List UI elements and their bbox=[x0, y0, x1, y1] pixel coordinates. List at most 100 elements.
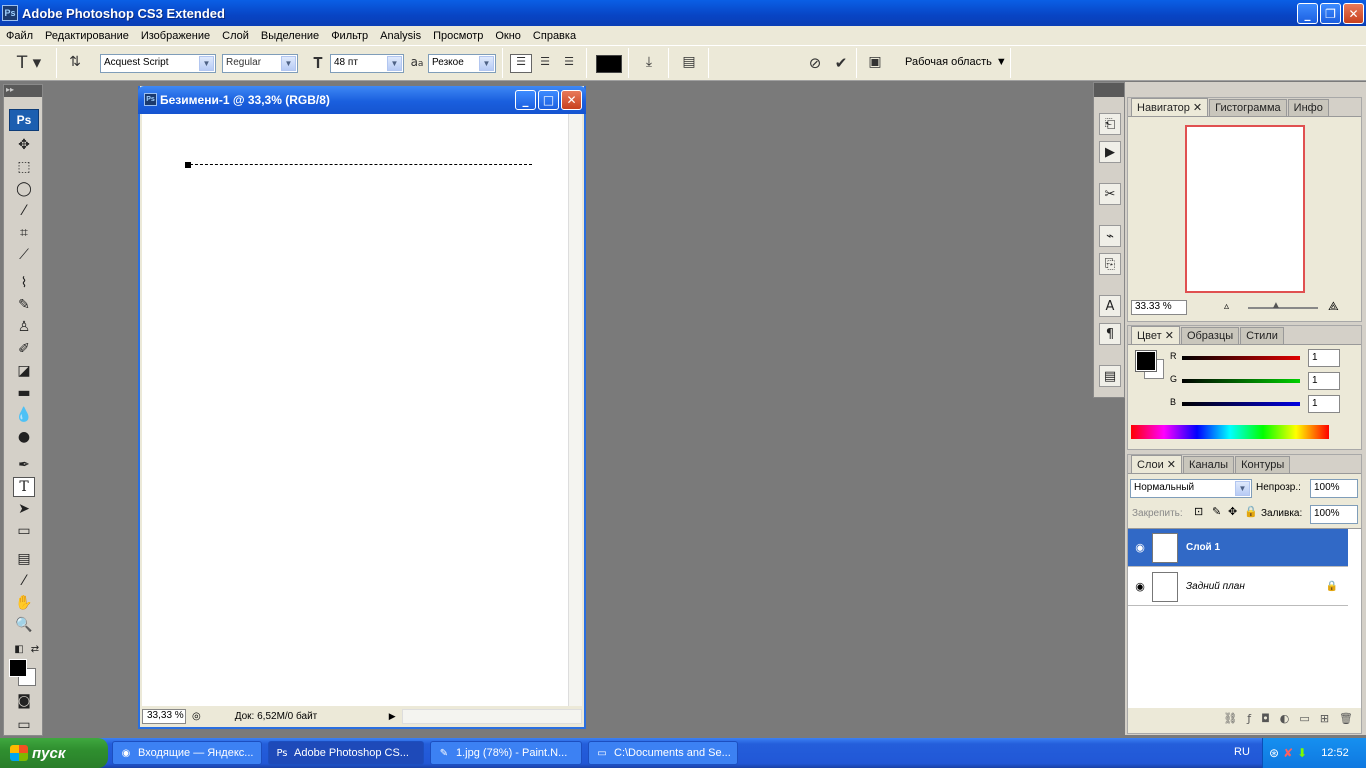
task-photoshop[interactable]: Ps Adobe Photoshop CS... bbox=[268, 741, 424, 765]
menu-view[interactable]: Просмотр bbox=[427, 30, 489, 42]
actions-panel-icon[interactable]: ▶ bbox=[1099, 141, 1121, 163]
channel-value-r[interactable]: 1 bbox=[1308, 349, 1340, 367]
shape-tool-icon[interactable]: ▭ bbox=[13, 521, 35, 541]
dodge-tool-icon[interactable]: ● bbox=[13, 427, 35, 447]
layer-row-background[interactable]: ◉ Задний план 🔒 bbox=[1128, 568, 1348, 606]
new-group-icon[interactable]: ▭ bbox=[1299, 712, 1309, 732]
menu-select[interactable]: Выделение bbox=[255, 30, 325, 42]
pen-tool-icon[interactable]: ✒ bbox=[13, 455, 35, 475]
tray-back-icon[interactable]: ⊛ bbox=[1269, 746, 1279, 760]
color-slider-b[interactable]: B 1 bbox=[1170, 395, 1360, 417]
layer-mask-icon[interactable]: ◘ bbox=[1261, 712, 1270, 732]
menu-edit[interactable]: Редактирование bbox=[39, 30, 135, 42]
history-brush-tool-icon[interactable]: ✐ bbox=[13, 339, 35, 359]
magic-wand-tool-icon[interactable]: ⁄ bbox=[13, 201, 35, 221]
menu-help[interactable]: Справка bbox=[527, 30, 582, 42]
notes-tool-icon[interactable]: ▤ bbox=[13, 549, 35, 569]
start-button[interactable]: пуск bbox=[0, 738, 108, 768]
color-slider-g[interactable]: G 1 bbox=[1170, 372, 1360, 394]
cancel-edit-icon[interactable]: ⊘ bbox=[804, 54, 826, 72]
delete-layer-icon[interactable]: 🗑 bbox=[1339, 712, 1353, 732]
horizontal-scrollbar[interactable] bbox=[401, 709, 582, 724]
status-icon[interactable]: ◎ bbox=[192, 711, 201, 722]
task-explorer[interactable]: ▭ C:\Documents and Se... bbox=[588, 741, 738, 765]
fill-field[interactable]: 100% bbox=[1310, 505, 1358, 524]
canvas[interactable] bbox=[142, 114, 568, 706]
new-layer-icon[interactable]: ⊞ bbox=[1320, 712, 1329, 732]
channel-value-g[interactable]: 1 bbox=[1308, 372, 1340, 390]
status-zoom-field[interactable]: 33,33 % bbox=[142, 709, 186, 724]
zoom-out-icon[interactable]: ▵ bbox=[1224, 301, 1229, 312]
menu-file[interactable]: Файл bbox=[0, 30, 39, 42]
marquee-tool-icon[interactable]: ⬚ bbox=[13, 157, 35, 177]
toolbox-grip[interactable]: ▸▸ bbox=[4, 85, 42, 97]
text-color-swatch[interactable] bbox=[596, 55, 622, 73]
navigator-zoom-field[interactable]: 33.33 % bbox=[1131, 300, 1187, 315]
tab-info[interactable]: Инфо bbox=[1287, 99, 1329, 116]
layer-style-icon[interactable]: ƒ bbox=[1247, 712, 1251, 732]
vertical-scrollbar[interactable] bbox=[568, 114, 582, 706]
font-style-select[interactable]: Regular ▼ bbox=[222, 54, 298, 73]
blend-mode-select[interactable]: Нормальный ▼ bbox=[1130, 479, 1252, 498]
tray-download-icon[interactable]: ⬇ bbox=[1297, 746, 1307, 760]
adjustment-layer-icon[interactable]: ◐ bbox=[1280, 712, 1290, 732]
text-orientation-icon[interactable]: ⇅ bbox=[64, 54, 86, 70]
align-right-icon[interactable]: ☰ bbox=[558, 55, 580, 68]
type-tool-icon[interactable]: T bbox=[13, 477, 35, 497]
doc-maximize-button[interactable]: □ bbox=[538, 90, 559, 110]
color-fg-swatch[interactable] bbox=[1135, 350, 1157, 372]
document-title-bar[interactable]: Ps Безимени-1 @ 33,3% (RGB/8) _ □ ✕ bbox=[138, 86, 586, 114]
lock-transparent-icon[interactable]: ⊡ bbox=[1194, 505, 1203, 518]
zoom-in-icon[interactable]: ⟁ bbox=[1328, 299, 1339, 314]
menu-layer[interactable]: Слой bbox=[216, 30, 255, 42]
visibility-eye-icon[interactable]: ◉ bbox=[1128, 541, 1152, 554]
screen-mode-icon[interactable]: ▭ bbox=[13, 715, 35, 735]
blur-tool-icon[interactable]: 💧 bbox=[13, 405, 35, 425]
foreground-color-swatch[interactable] bbox=[9, 659, 27, 677]
align-center-icon[interactable]: ☰ bbox=[534, 55, 556, 68]
zoom-tool-icon[interactable]: 🔍 bbox=[13, 615, 35, 635]
menu-image[interactable]: Изображение bbox=[135, 30, 216, 42]
tab-navigator[interactable]: Навигатор ✕ bbox=[1131, 98, 1209, 116]
doc-close-button[interactable]: ✕ bbox=[561, 90, 582, 110]
task-browser[interactable]: ◉ Входящие — Яндекс... bbox=[112, 741, 262, 765]
zoom-slider-thumb-icon[interactable]: ▲ bbox=[1271, 300, 1281, 311]
channel-value-b[interactable]: 1 bbox=[1308, 395, 1340, 413]
lock-pixels-icon[interactable]: ✎ bbox=[1212, 505, 1221, 518]
lasso-tool-icon[interactable]: ◯ bbox=[13, 179, 35, 199]
task-paint[interactable]: ✎ 1.jpg (78%) - Paint.N... bbox=[430, 741, 582, 765]
link-layers-icon[interactable]: ⛓ bbox=[1223, 712, 1237, 732]
color-slider-r[interactable]: R 1 bbox=[1170, 349, 1360, 371]
language-indicator[interactable]: RU bbox=[1234, 746, 1250, 758]
eyedropper-tool-icon[interactable]: ⁄ bbox=[13, 571, 35, 591]
hand-tool-icon[interactable]: ✋ bbox=[13, 593, 35, 613]
crop-tool-icon[interactable]: ⌗ bbox=[13, 223, 35, 243]
dock-grip[interactable] bbox=[1094, 83, 1124, 97]
menu-filter[interactable]: Фильтр bbox=[325, 30, 374, 42]
gradient-tool-icon[interactable]: ▬ bbox=[13, 383, 35, 403]
path-selection-tool-icon[interactable]: ➤ bbox=[13, 499, 35, 519]
clone-source-panel-icon[interactable]: ⎘ bbox=[1099, 253, 1121, 275]
navigator-preview[interactable] bbox=[1185, 125, 1305, 293]
visibility-eye-icon[interactable]: ◉ bbox=[1128, 580, 1152, 593]
menu-analysis[interactable]: Analysis bbox=[374, 30, 427, 42]
character-panel-icon[interactable]: ▤ bbox=[678, 54, 700, 70]
warp-text-icon[interactable]: ⤓ bbox=[638, 54, 660, 70]
font-family-select[interactable]: Acquest Script ▼ bbox=[100, 54, 216, 73]
layer-row-text[interactable]: ◉ T Слой 1 bbox=[1128, 529, 1348, 567]
healing-brush-tool-icon[interactable]: ⌇ bbox=[13, 273, 35, 293]
workspace-menu[interactable]: Рабочая область ▼ bbox=[905, 56, 1007, 68]
status-menu-arrow-icon[interactable]: ▶ bbox=[389, 711, 396, 722]
text-box-handle[interactable] bbox=[185, 162, 191, 168]
tab-color[interactable]: Цвет ✕ bbox=[1131, 326, 1180, 344]
brushes-panel-icon[interactable]: ⌁ bbox=[1099, 225, 1121, 247]
brush-tool-icon[interactable]: ✎ bbox=[13, 295, 35, 315]
tab-styles[interactable]: Стили bbox=[1240, 327, 1284, 344]
layer-comps-panel-icon[interactable]: ▤ bbox=[1099, 365, 1121, 387]
eraser-tool-icon[interactable]: ◪ bbox=[13, 361, 35, 381]
restore-button[interactable]: ❐ bbox=[1320, 3, 1341, 24]
swap-colors-icon[interactable]: ⇄ bbox=[24, 639, 46, 659]
commit-edit-icon[interactable]: ✔ bbox=[830, 54, 852, 72]
tab-channels[interactable]: Каналы bbox=[1183, 456, 1235, 473]
tool-presets-panel-icon[interactable]: ✂ bbox=[1099, 183, 1121, 205]
